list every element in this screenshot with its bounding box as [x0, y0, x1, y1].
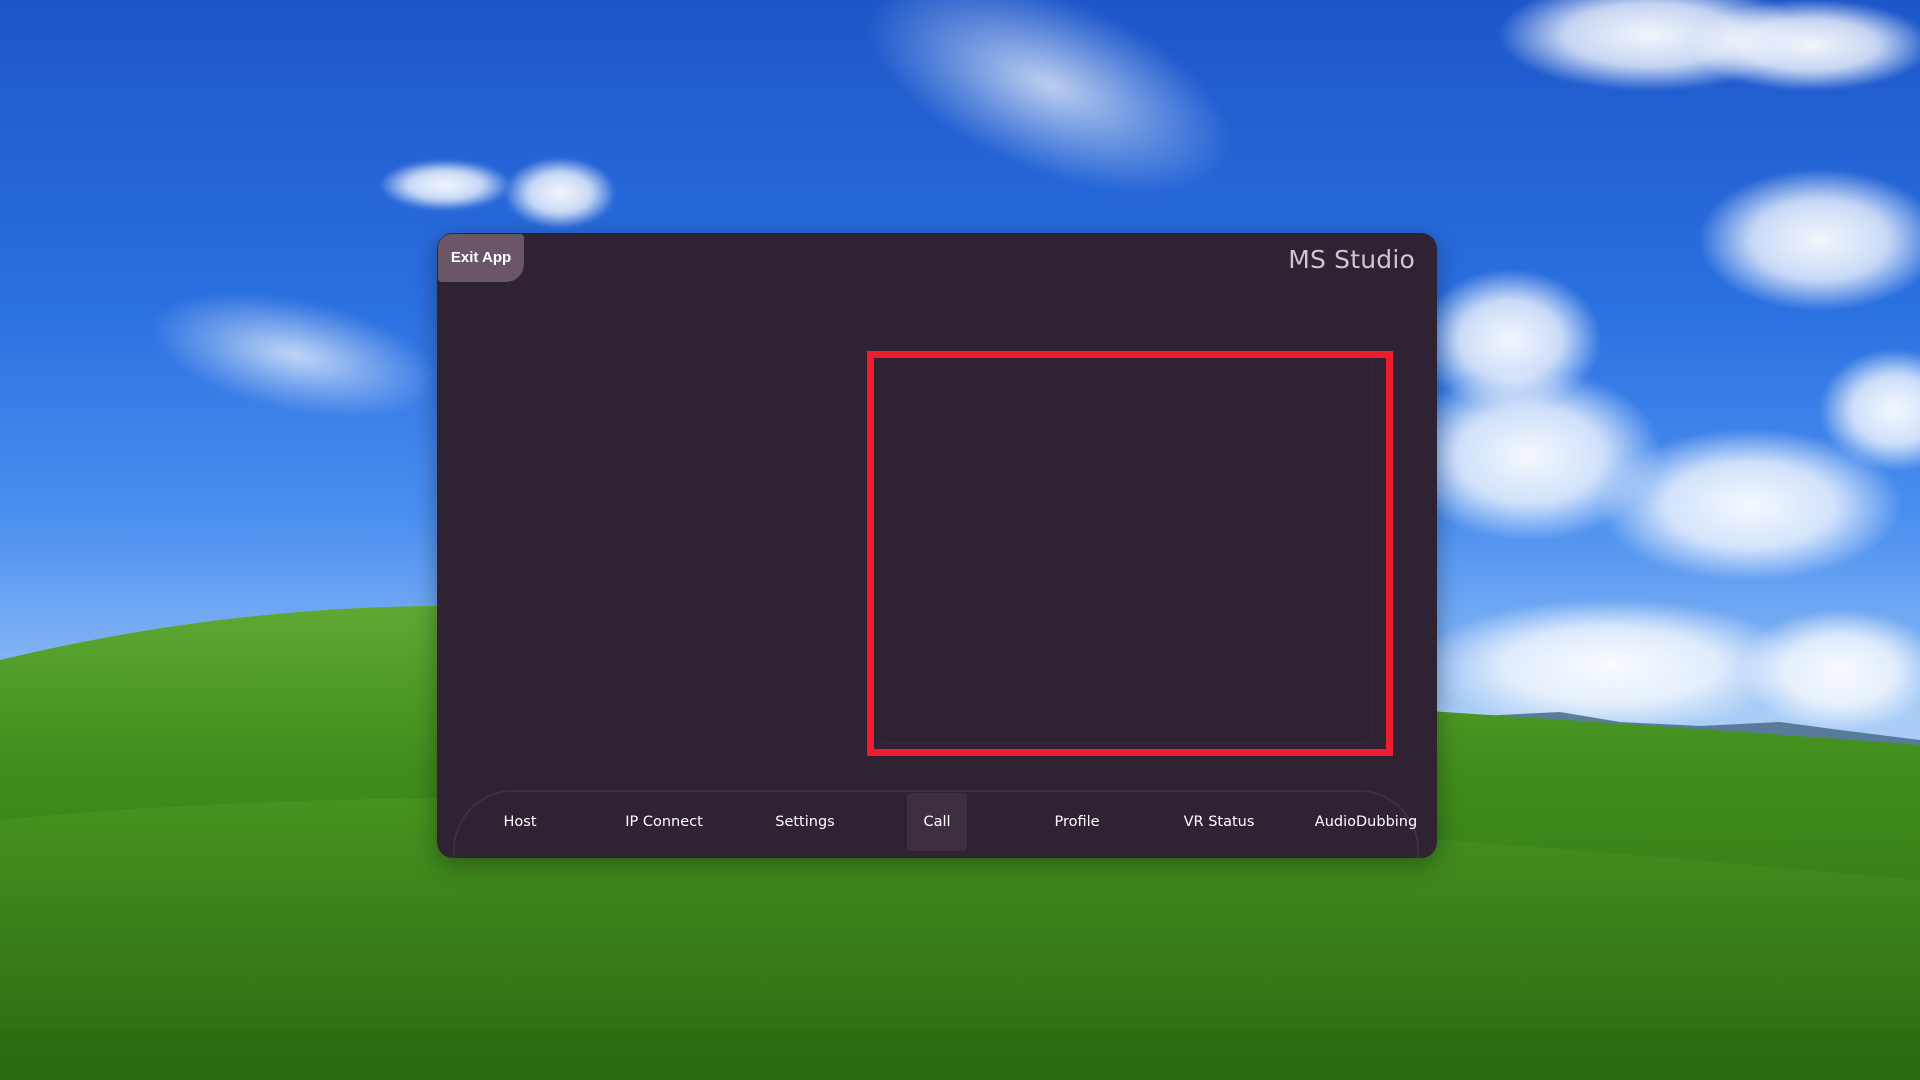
app-title: MS Studio: [1288, 245, 1415, 274]
content-panel: [872, 357, 1373, 744]
nav-item-vr-status[interactable]: VR Status: [1166, 793, 1272, 851]
nav-item-settings[interactable]: Settings: [755, 793, 855, 851]
nav-item-profile[interactable]: Profile: [1032, 793, 1122, 851]
exit-app-button[interactable]: Exit App: [438, 234, 524, 282]
desktop-wallpaper: Exit App MS Studio Host IP Connect Setti…: [0, 0, 1920, 1080]
nav-item-call[interactable]: Call: [907, 793, 967, 851]
nav-item-ip-connect[interactable]: IP Connect: [606, 793, 722, 851]
nav-item-audiodubbing[interactable]: AudioDubbing: [1301, 793, 1431, 851]
nav-item-host[interactable]: Host: [475, 793, 565, 851]
app-window: Exit App MS Studio Host IP Connect Setti…: [437, 233, 1437, 858]
